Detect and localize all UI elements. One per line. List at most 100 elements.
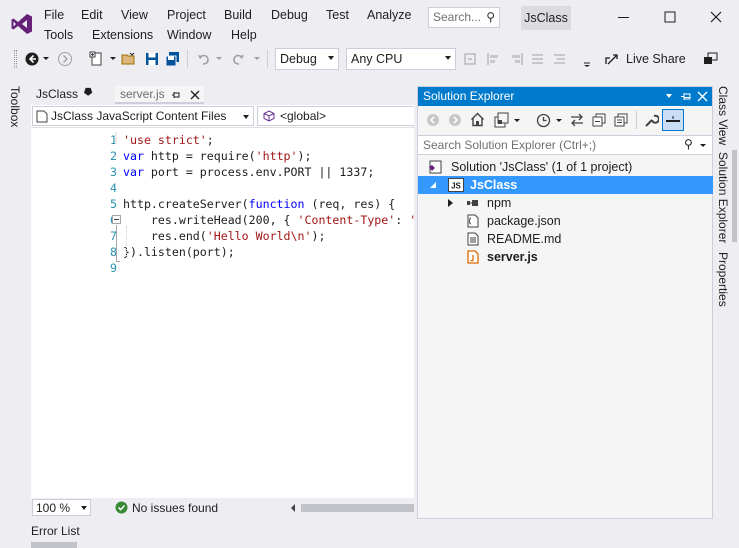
tab-jsclass[interactable]: JsClass ⯂ [31,86,100,104]
comment-icon[interactable] [530,51,546,67]
live-share-label[interactable]: Live Share [626,52,686,66]
code-line[interactable]: 4 [31,180,414,196]
feedback-icon[interactable] [703,51,719,67]
close-tab-icon[interactable] [190,90,200,100]
undo-dropdown-icon[interactable] [216,57,222,60]
forward-icon[interactable] [57,51,73,67]
solution-explorer-toolbar [418,107,712,135]
properties-tab[interactable]: Properties [716,252,730,307]
menu-view[interactable]: View [121,8,148,22]
zoom-combo[interactable]: 100 % [32,499,91,516]
code-line[interactable]: 8}).listen(port); [31,244,414,260]
redo-icon[interactable] [230,51,246,67]
preview-selected-button[interactable] [662,109,684,131]
menu-window[interactable]: Window [167,28,211,42]
search-icon[interactable]: ⚲ [684,137,693,151]
minimize-icon[interactable] [616,9,632,25]
collapse-icon[interactable] [112,215,121,224]
code-text: http.createServer(function (req, res) { [123,196,395,212]
menu-extensions[interactable]: Extensions [92,28,153,42]
code-line[interactable]: 2 var http = require('http'); [31,148,414,164]
menu-test[interactable]: Test [326,8,349,22]
scope-combo[interactable]: <global> [257,106,414,126]
platform-combo[interactable]: Any CPU [346,48,456,70]
collapse-all-icon[interactable] [592,113,606,127]
code-token: 'Hello World\n' [206,229,312,243]
show-all-files-icon[interactable] [614,113,628,127]
tree-project[interactable]: JS JsClass [428,176,713,194]
properties-wrench-icon[interactable] [644,113,659,128]
issues-status[interactable]: No issues found [132,501,218,515]
tab-server-js[interactable]: server.js [115,86,204,104]
menu-project[interactable]: Project [167,8,206,22]
redo-dropdown-icon[interactable] [254,57,260,60]
toolbar-overflow-icon[interactable] [580,51,596,67]
toolbox-tab[interactable]: Toolbox [8,86,22,127]
close-icon[interactable] [697,91,708,102]
new-dropdown-icon[interactable] [110,57,116,60]
project-label: JsClass [470,178,518,192]
home-icon[interactable] [470,112,485,127]
switch-views-icon[interactable] [494,112,510,128]
js-project-icon: JS [448,178,464,192]
chevron-down-icon[interactable] [514,119,520,122]
close-icon[interactable] [708,9,724,25]
menu-edit[interactable]: Edit [81,8,103,22]
menu-analyze[interactable]: Analyze [367,8,411,22]
error-list-tab[interactable]: Error List [31,524,80,538]
undo-icon[interactable] [196,51,212,67]
menu-help[interactable]: Help [231,28,257,42]
sync-icon[interactable] [570,113,584,127]
collapsed-arrow-icon[interactable] [448,199,453,207]
code-token: 'http' [255,149,298,163]
expanded-arrow-icon[interactable] [430,182,436,188]
visual-studio-logo [11,14,32,34]
save-all-icon[interactable] [165,51,181,67]
code-token: : [395,213,410,227]
toolbar-separator [636,111,637,129]
save-icon[interactable] [144,51,160,67]
window-menu-icon[interactable] [666,94,672,98]
solution-explorer-search[interactable]: Search Solution Explorer (Ctrl+;) ⚲ [418,135,712,155]
maximize-icon[interactable] [662,9,678,25]
code-line[interactable]: 3 var port = process.env.PORT || 1337; [31,164,414,180]
pending-changes-icon[interactable] [536,113,551,128]
back-icon[interactable] [426,113,440,127]
pin-icon[interactable] [680,91,692,102]
align-left-icon[interactable] [486,51,502,67]
search-input[interactable]: Search... ⚲ [428,7,500,28]
pin-icon[interactable] [171,90,181,100]
code-line[interactable]: 7 res.end('Hello World\n'); [31,228,414,244]
configuration-combo[interactable]: Debug [275,48,339,70]
open-folder-icon[interactable] [121,51,137,67]
code-line[interactable]: 9 [31,260,414,276]
code-line[interactable]: 5 http.createServer(function (req, res) { [31,196,414,212]
solution-explorer-tab[interactable]: Solution Explorer [716,152,730,243]
chevron-down-icon[interactable] [700,144,706,147]
code-token: res.end( [123,229,207,243]
back-icon[interactable] [24,51,40,67]
chevron-down-icon[interactable] [556,119,562,122]
forward-icon[interactable] [448,113,462,127]
code-editor[interactable]: JsClass JavaScript Content Files <global… [31,105,414,498]
menu-file[interactable]: File [44,8,64,22]
new-project-icon[interactable] [89,51,105,67]
code-line[interactable]: 6 res.writeHead(200, { 'Content-Type': ' [31,212,414,228]
menu-tools[interactable]: Tools [44,28,73,42]
tree-solution[interactable]: Solution 'JsClass' (1 of 1 project) [428,158,713,176]
menu-build[interactable]: Build [224,8,252,22]
code-token: port = process.env.PORT || 1337; [143,165,375,179]
horizontal-scrollbar-thumb[interactable] [301,504,414,512]
code-line[interactable]: 1 'use strict'; [31,132,414,148]
uncomment-icon[interactable] [552,51,568,67]
class-view-tab[interactable]: Class View [716,86,730,145]
scroll-left-icon[interactable] [291,504,295,512]
live-share-icon[interactable] [604,51,620,67]
attach-icon[interactable] [462,51,478,67]
code-area[interactable]: 1 'use strict'; 2 var http = require('http'… [31,127,414,498]
pin-icon[interactable]: ⯂ [83,87,92,100]
menu-debug[interactable]: Debug [271,8,308,22]
project-combo[interactable]: JsClass JavaScript Content Files [32,106,254,126]
back-dropdown-icon[interactable] [43,57,49,60]
align-right-icon[interactable] [508,51,524,67]
